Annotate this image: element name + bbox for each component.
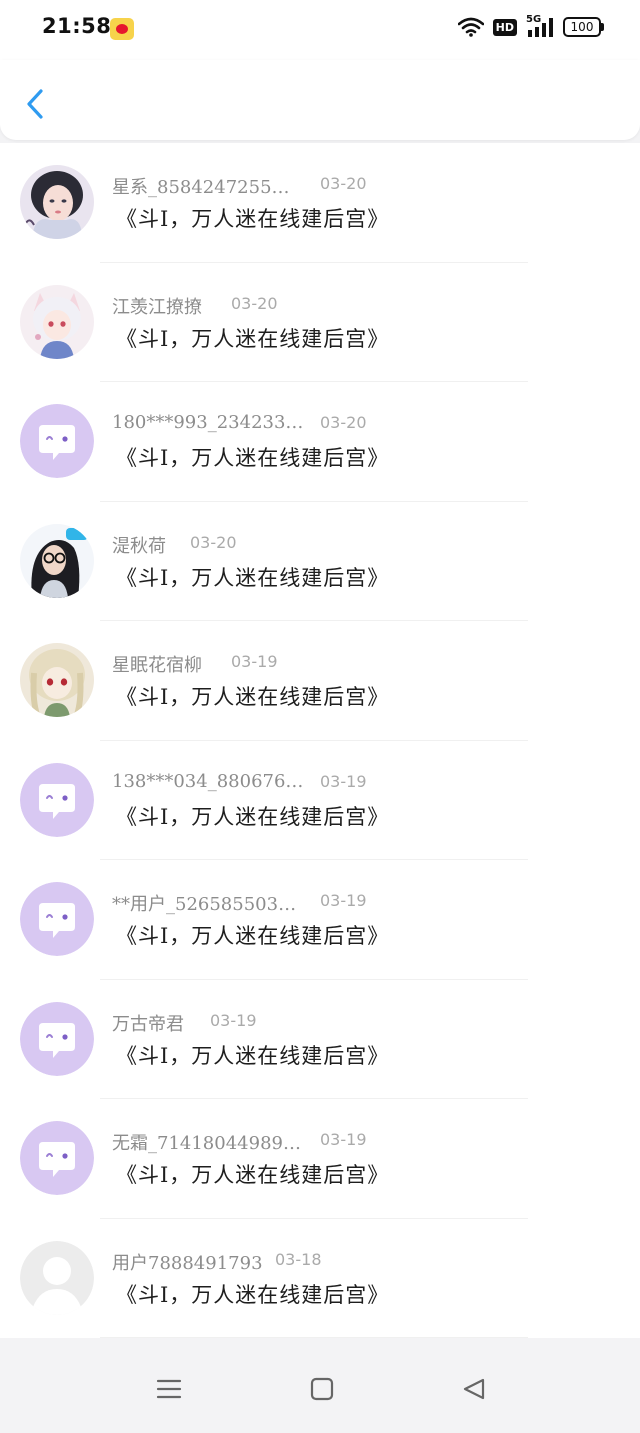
comment-date: 03-19 bbox=[320, 891, 367, 910]
username[interactable]: 星眠花宿柳 bbox=[112, 651, 202, 677]
divider bbox=[100, 1337, 528, 1338]
list-item[interactable]: 无霜_71418044989… 03-19 《斗I，万人迷在线建后宫》 bbox=[0, 1099, 640, 1219]
comment-text: 《斗I，万人迷在线建后宫》 bbox=[116, 804, 390, 829]
home-button[interactable] bbox=[310, 1377, 334, 1405]
avatar[interactable] bbox=[20, 1121, 94, 1195]
weibo-notification-icon bbox=[110, 18, 134, 40]
default-person-avatar-icon bbox=[20, 1240, 94, 1315]
username[interactable]: 180***993_234233… bbox=[112, 412, 303, 433]
avatar[interactable] bbox=[20, 404, 94, 478]
default-chat-avatar-icon bbox=[20, 1121, 94, 1195]
avatar[interactable] bbox=[20, 762, 94, 837]
default-chat-avatar-icon bbox=[20, 404, 94, 478]
back-triangle-icon bbox=[463, 1378, 485, 1400]
comment-text: 《斗I，万人迷在线建后宫》 bbox=[116, 685, 390, 709]
avatar[interactable] bbox=[20, 165, 94, 239]
list-item[interactable]: 湜秋荷 03-20 《斗I，万人迷在线建后宫》 bbox=[0, 501, 640, 621]
recent-apps-button[interactable] bbox=[156, 1377, 182, 1405]
comment-date: 03-18 bbox=[275, 1249, 322, 1269]
comment-text: 《斗I，万人迷在线建后宫》 bbox=[116, 207, 390, 231]
cellular-signal-icon: 5G bbox=[526, 14, 554, 38]
status-indicators: HD 5G 100 bbox=[457, 14, 604, 38]
list-item[interactable]: 180***993_234233… 03-20 《斗I，万人迷在线建后宫》 bbox=[0, 382, 640, 502]
comment-text: 《斗I，万人迷在线建后宫》 bbox=[116, 1282, 390, 1307]
battery-icon: 100 bbox=[563, 17, 604, 37]
home-square-icon bbox=[310, 1377, 334, 1401]
list-item[interactable]: 用户7888491793 03-18 《斗I，万人迷在线建后宫》 bbox=[0, 1218, 640, 1338]
top-app-bar bbox=[0, 60, 640, 140]
username[interactable]: 星系_8584247255… bbox=[112, 173, 290, 199]
comment-text: 《斗I，万人迷在线建后宫》 bbox=[116, 924, 390, 948]
comment-date: 03-20 bbox=[190, 532, 237, 552]
girl-glasses-avatar-icon bbox=[20, 523, 94, 598]
status-time: 21:58 bbox=[42, 14, 112, 38]
list-item[interactable]: **用户_526585503… 03-19 《斗I，万人迷在线建后宫》 bbox=[0, 860, 640, 980]
list-item[interactable]: 万古帝君 03-19 《斗I，万人迷在线建后宫》 bbox=[0, 979, 640, 1099]
list-item[interactable]: 江羡江撩撩 03-20 《斗I，万人迷在线建后宫》 bbox=[0, 262, 640, 382]
username[interactable]: **用户_526585503… bbox=[112, 890, 296, 916]
avatar[interactable] bbox=[20, 643, 94, 717]
avatar[interactable] bbox=[20, 284, 94, 359]
comment-text: 《斗I，万人迷在线建后宫》 bbox=[116, 565, 390, 590]
comment-list[interactable]: 星系_8584247255… 03-20 《斗I，万人迷在线建后宫》 江羡江撩撩… bbox=[0, 143, 640, 1338]
avatar[interactable] bbox=[20, 882, 94, 956]
username[interactable]: 用户7888491793 bbox=[112, 1249, 263, 1275]
menu-icon bbox=[156, 1379, 182, 1399]
username[interactable]: 湜秋荷 bbox=[112, 532, 166, 558]
anime-girl-avatar-icon bbox=[20, 284, 94, 359]
comment-text: 《斗I，万人迷在线建后宫》 bbox=[116, 446, 390, 470]
comment-date: 03-20 bbox=[231, 293, 278, 313]
hd-badge: HD bbox=[492, 18, 517, 36]
username[interactable]: 138***034_880676… bbox=[112, 771, 303, 792]
comment-date: 03-20 bbox=[320, 413, 367, 432]
back-button[interactable] bbox=[22, 86, 48, 122]
comment-date: 03-19 bbox=[320, 1130, 367, 1149]
anime-blonde-avatar-icon bbox=[20, 643, 94, 717]
username[interactable]: 万古帝君 bbox=[112, 1010, 184, 1036]
battery-level: 100 bbox=[570, 20, 594, 34]
avatar[interactable] bbox=[20, 1240, 94, 1315]
comment-text: 《斗I，万人迷在线建后宫》 bbox=[116, 326, 390, 351]
comment-date: 03-19 bbox=[320, 771, 367, 791]
comment-date: 03-19 bbox=[210, 1010, 257, 1030]
avatar[interactable] bbox=[20, 523, 94, 598]
default-chat-avatar-icon bbox=[20, 762, 94, 837]
avatar[interactable] bbox=[20, 1001, 94, 1076]
default-chat-avatar-icon bbox=[20, 882, 94, 956]
list-item[interactable]: 138***034_880676… 03-19 《斗I，万人迷在线建后宫》 bbox=[0, 740, 640, 860]
comment-date: 03-20 bbox=[320, 174, 367, 193]
list-item[interactable]: 星系_8584247255… 03-20 《斗I，万人迷在线建后宫》 bbox=[0, 143, 640, 263]
wifi-icon bbox=[457, 17, 484, 37]
comment-text: 《斗I，万人迷在线建后宫》 bbox=[116, 1163, 390, 1187]
comment-date: 03-19 bbox=[231, 652, 278, 671]
status-bar: 21:58 HD 5G 100 bbox=[0, 0, 640, 60]
girl-avatar-icon bbox=[20, 165, 94, 239]
default-chat-avatar-icon bbox=[20, 1001, 94, 1076]
list-item[interactable]: 星眠花宿柳 03-19 《斗I，万人迷在线建后宫》 bbox=[0, 621, 640, 741]
comment-text: 《斗I，万人迷在线建后宫》 bbox=[116, 1043, 390, 1068]
system-back-button[interactable] bbox=[462, 1377, 486, 1405]
username[interactable]: 江羡江撩撩 bbox=[112, 293, 202, 319]
username[interactable]: 无霜_71418044989… bbox=[112, 1129, 301, 1155]
chevron-left-icon bbox=[27, 89, 43, 119]
system-navigation-bar bbox=[0, 1345, 640, 1433]
